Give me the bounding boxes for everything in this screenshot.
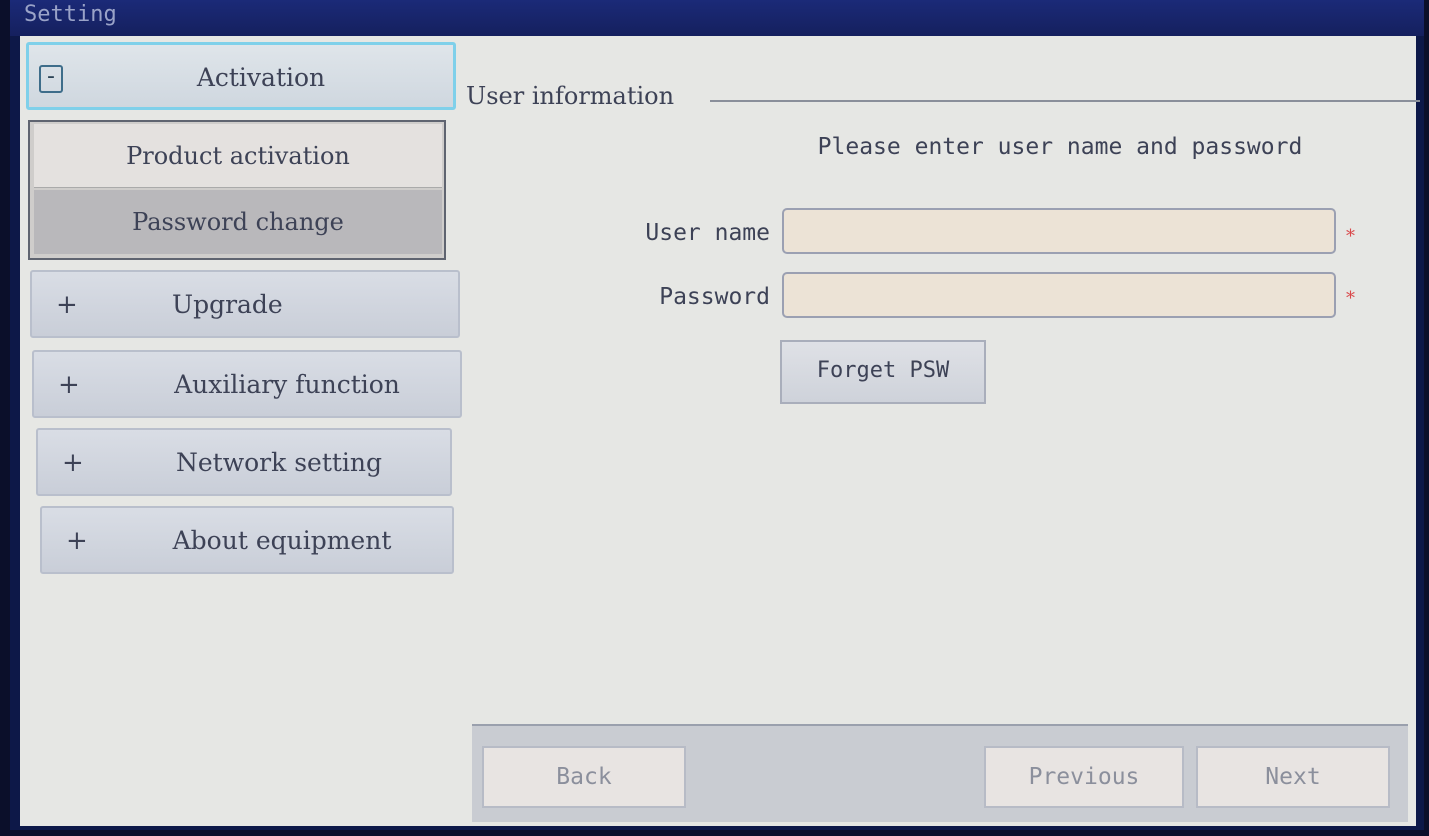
group-title: User information <box>466 82 683 110</box>
username-field[interactable] <box>782 208 1336 254</box>
sidebar-item-label: Auxiliary function <box>174 370 400 399</box>
expand-icon: + <box>58 370 80 400</box>
group-divider <box>710 100 1420 102</box>
expand-icon: + <box>62 448 84 478</box>
password-label: Password <box>659 284 770 310</box>
settings-panel: - Activation Product activation Password… <box>20 36 1420 826</box>
password-field[interactable] <box>782 272 1336 318</box>
sidebar-item-activation[interactable]: - Activation <box>26 42 456 110</box>
collapse-icon: - <box>39 65 63 93</box>
sidebar-item-label: Upgrade <box>172 290 283 319</box>
required-mark: * <box>1346 226 1355 247</box>
title-bar: Setting <box>10 0 1424 36</box>
sidebar-item-auxiliary-function[interactable]: + Auxiliary function <box>32 350 462 418</box>
main-content: User information Please enter user name … <box>460 42 1420 722</box>
submenu-item-product-activation[interactable]: Product activation <box>34 124 442 188</box>
device-screen: Setting - Activation Product activation … <box>10 0 1424 830</box>
back-button[interactable]: Back <box>482 746 686 808</box>
login-prompt: Please enter user name and password <box>817 134 1303 160</box>
activation-submenu: Product activation Password change <box>28 120 446 260</box>
submenu-item-password-change[interactable]: Password change <box>34 190 442 254</box>
expand-icon: + <box>66 526 88 556</box>
expand-icon: + <box>56 290 78 320</box>
next-button[interactable]: Next <box>1196 746 1390 808</box>
bottom-nav-bar: Back Previous Next <box>472 724 1408 822</box>
window-title: Setting <box>24 2 117 27</box>
forget-password-button[interactable]: Forget PSW <box>780 340 986 404</box>
sidebar-item-label: About equipment <box>172 526 392 555</box>
required-mark: * <box>1346 288 1355 309</box>
sidebar-item-upgrade[interactable]: + Upgrade <box>30 270 460 338</box>
sidebar-item-about-equipment[interactable]: + About equipment <box>40 506 454 574</box>
previous-button[interactable]: Previous <box>984 746 1184 808</box>
sidebar-item-label: Network setting <box>175 448 383 477</box>
sidebar-item-label: Activation <box>196 63 326 92</box>
username-label: User name <box>645 220 770 246</box>
sidebar-item-network-setting[interactable]: + Network setting <box>36 428 452 496</box>
